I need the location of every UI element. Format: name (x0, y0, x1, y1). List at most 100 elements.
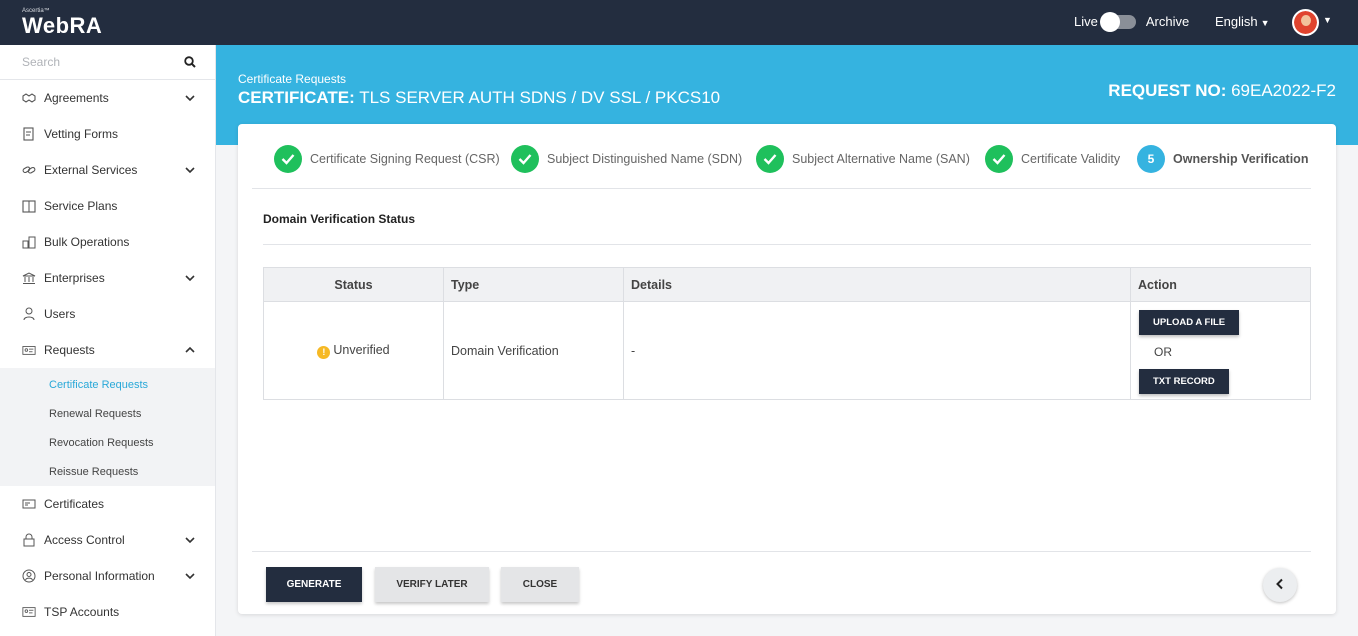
back-button[interactable] (1263, 568, 1297, 602)
sidebar-item-enterprises[interactable]: Enterprises (0, 260, 215, 296)
sidebar-item-label: Bulk Operations (44, 235, 130, 249)
wizard-steps: Certificate Signing Request (CSR) Subjec… (252, 124, 1311, 189)
details-cell: - (623, 301, 1131, 400)
request-number-value: 69EA2022-F2 (1231, 81, 1336, 100)
sidebar-item-label: Personal Information (44, 569, 155, 583)
breadcrumb[interactable]: Certificate Requests (238, 72, 346, 86)
divider (263, 244, 1311, 245)
chevron-down-icon[interactable] (184, 570, 196, 585)
user-icon (22, 307, 36, 321)
check-icon (985, 145, 1013, 173)
lock-icon (22, 533, 36, 547)
archive-label: Archive (1145, 14, 1190, 29)
chevron-down-icon[interactable] (184, 164, 196, 179)
step-csr[interactable]: Certificate Signing Request (CSR) (274, 145, 500, 173)
agreement-icon (22, 91, 36, 105)
status-cell: ! Unverified (263, 301, 444, 400)
service-plan-icon (22, 199, 36, 213)
sidebar-item-access-control[interactable]: Access Control (0, 522, 215, 558)
sidebar-subitem-certificate-requests[interactable]: Certificate Requests (0, 370, 215, 399)
language-dropdown[interactable]: English ▼ (1215, 14, 1270, 29)
chevron-down-icon[interactable] (184, 92, 196, 107)
chevron-down-icon[interactable] (184, 534, 196, 549)
close-button[interactable]: CLOSE (501, 567, 579, 602)
app-logo[interactable]: Ascertia™ WebRA (22, 8, 102, 38)
sidebar: Agreements Vetting Forms External Servic… (0, 45, 216, 636)
sidebar-item-bulk-operations[interactable]: Bulk Operations (0, 224, 215, 260)
sidebar-subitem-revocation-requests[interactable]: Revocation Requests (0, 428, 215, 457)
sidebar-item-label: Certificates (44, 497, 105, 511)
page-title: CERTIFICATE: TLS SERVER AUTH SDNS / DV S… (238, 88, 720, 108)
step-label: Certificate Validity (1021, 152, 1121, 166)
person-icon (22, 569, 36, 583)
upload-file-button[interactable]: UPLOAD A FILE (1139, 309, 1240, 335)
title-prefix: CERTIFICATE: (238, 88, 355, 107)
verification-table: Status Type Details Action ! Unverified D… (263, 267, 1311, 400)
or-label: OR (1154, 344, 1172, 359)
sidebar-item-certificates[interactable]: Certificates (0, 486, 215, 522)
column-header-status: Status (263, 267, 444, 302)
sidebar-item-label: External Services (44, 163, 138, 177)
step-san[interactable]: Subject Alternative Name (SAN) (756, 145, 970, 173)
txt-record-button[interactable]: TXT RECORD (1139, 368, 1229, 394)
avatar[interactable] (1292, 9, 1319, 36)
search-input[interactable] (0, 45, 160, 79)
wizard-card: Certificate Signing Request (CSR) Subjec… (238, 124, 1336, 614)
sidebar-item-requests[interactable]: Requests (0, 332, 215, 368)
search-icon[interactable] (184, 56, 196, 71)
caret-down-icon[interactable]: ▼ (1323, 15, 1332, 25)
step-ownership-verification[interactable]: 5 Ownership Verification (1137, 145, 1308, 173)
chevron-up-icon[interactable] (184, 344, 196, 359)
sidebar-item-label: TSP Accounts (44, 605, 120, 619)
divider (252, 551, 1311, 552)
step-label: Subject Alternative Name (SAN) (792, 152, 970, 166)
toggle-knob (1099, 11, 1120, 32)
sidebar-item-service-plans[interactable]: Service Plans (0, 188, 215, 224)
requests-submenu: Certificate Requests Renewal Requests Re… (0, 368, 215, 486)
sidebar-item-label: Service Plans (44, 199, 118, 213)
sidebar-item-label: Requests (44, 343, 95, 357)
step-sdn[interactable]: Subject Distinguished Name (SDN) (511, 145, 742, 173)
step-validity[interactable]: Certificate Validity (985, 145, 1120, 173)
chevron-down-icon[interactable] (184, 272, 196, 287)
step-number: 5 (1137, 145, 1165, 173)
avatar-image (1294, 11, 1317, 34)
action-cell: UPLOAD A FILE OR TXT RECORD (1130, 301, 1311, 400)
logo-text: WebRA (22, 13, 103, 38)
tsp-icon (22, 605, 36, 619)
sidebar-item-users[interactable]: Users (0, 296, 215, 332)
sidebar-item-external-services[interactable]: External Services (0, 152, 215, 188)
link-icon (22, 163, 36, 177)
avatar-face (1301, 15, 1311, 26)
action-group: UPLOAD A FILE OR TXT RECORD (1138, 303, 1310, 399)
sidebar-item-vetting-forms[interactable]: Vetting Forms (0, 116, 215, 152)
requests-icon (22, 343, 36, 357)
column-header-type: Type (443, 267, 624, 302)
verify-later-button[interactable]: VERIFY LATER (375, 567, 489, 602)
generate-button[interactable]: GENERATE (266, 567, 362, 602)
chevron-left-icon (1275, 578, 1285, 593)
mode-toggle[interactable] (1099, 11, 1136, 32)
sidebar-item-label: Enterprises (44, 271, 105, 285)
sidebar-subitem-reissue-requests[interactable]: Reissue Requests (0, 457, 215, 486)
sidebar-item-label: Agreements (44, 91, 109, 105)
step-label: Ownership Verification (1173, 152, 1309, 166)
top-bar: Ascertia™ WebRA Live Archive English ▼ ▼ (0, 0, 1358, 45)
request-number-label: REQUEST NO: (1108, 81, 1227, 100)
check-icon (511, 145, 539, 173)
caret-down-icon: ▼ (1260, 18, 1270, 28)
title-value: TLS SERVER AUTH SDNS / DV SSL / PKCS10 (359, 88, 721, 107)
sidebar-item-personal-information[interactable]: Personal Information (0, 558, 215, 594)
step-label: Certificate Signing Request (CSR) (310, 152, 500, 166)
request-number: REQUEST NO: 69EA2022-F2 (1108, 81, 1336, 101)
status-value: Unverified (333, 342, 390, 357)
language-label: English (1215, 14, 1258, 29)
sidebar-item-agreements[interactable]: Agreements (0, 80, 215, 116)
bulk-icon (22, 235, 36, 249)
certificate-icon (22, 497, 36, 511)
sidebar-item-tsp-accounts[interactable]: TSP Accounts (0, 594, 215, 630)
warning-icon: ! (317, 345, 331, 359)
sidebar-subitem-renewal-requests[interactable]: Renewal Requests (0, 399, 215, 428)
sidebar-item-label: Access Control (44, 533, 125, 547)
step-label: Subject Distinguished Name (SDN) (547, 152, 743, 166)
